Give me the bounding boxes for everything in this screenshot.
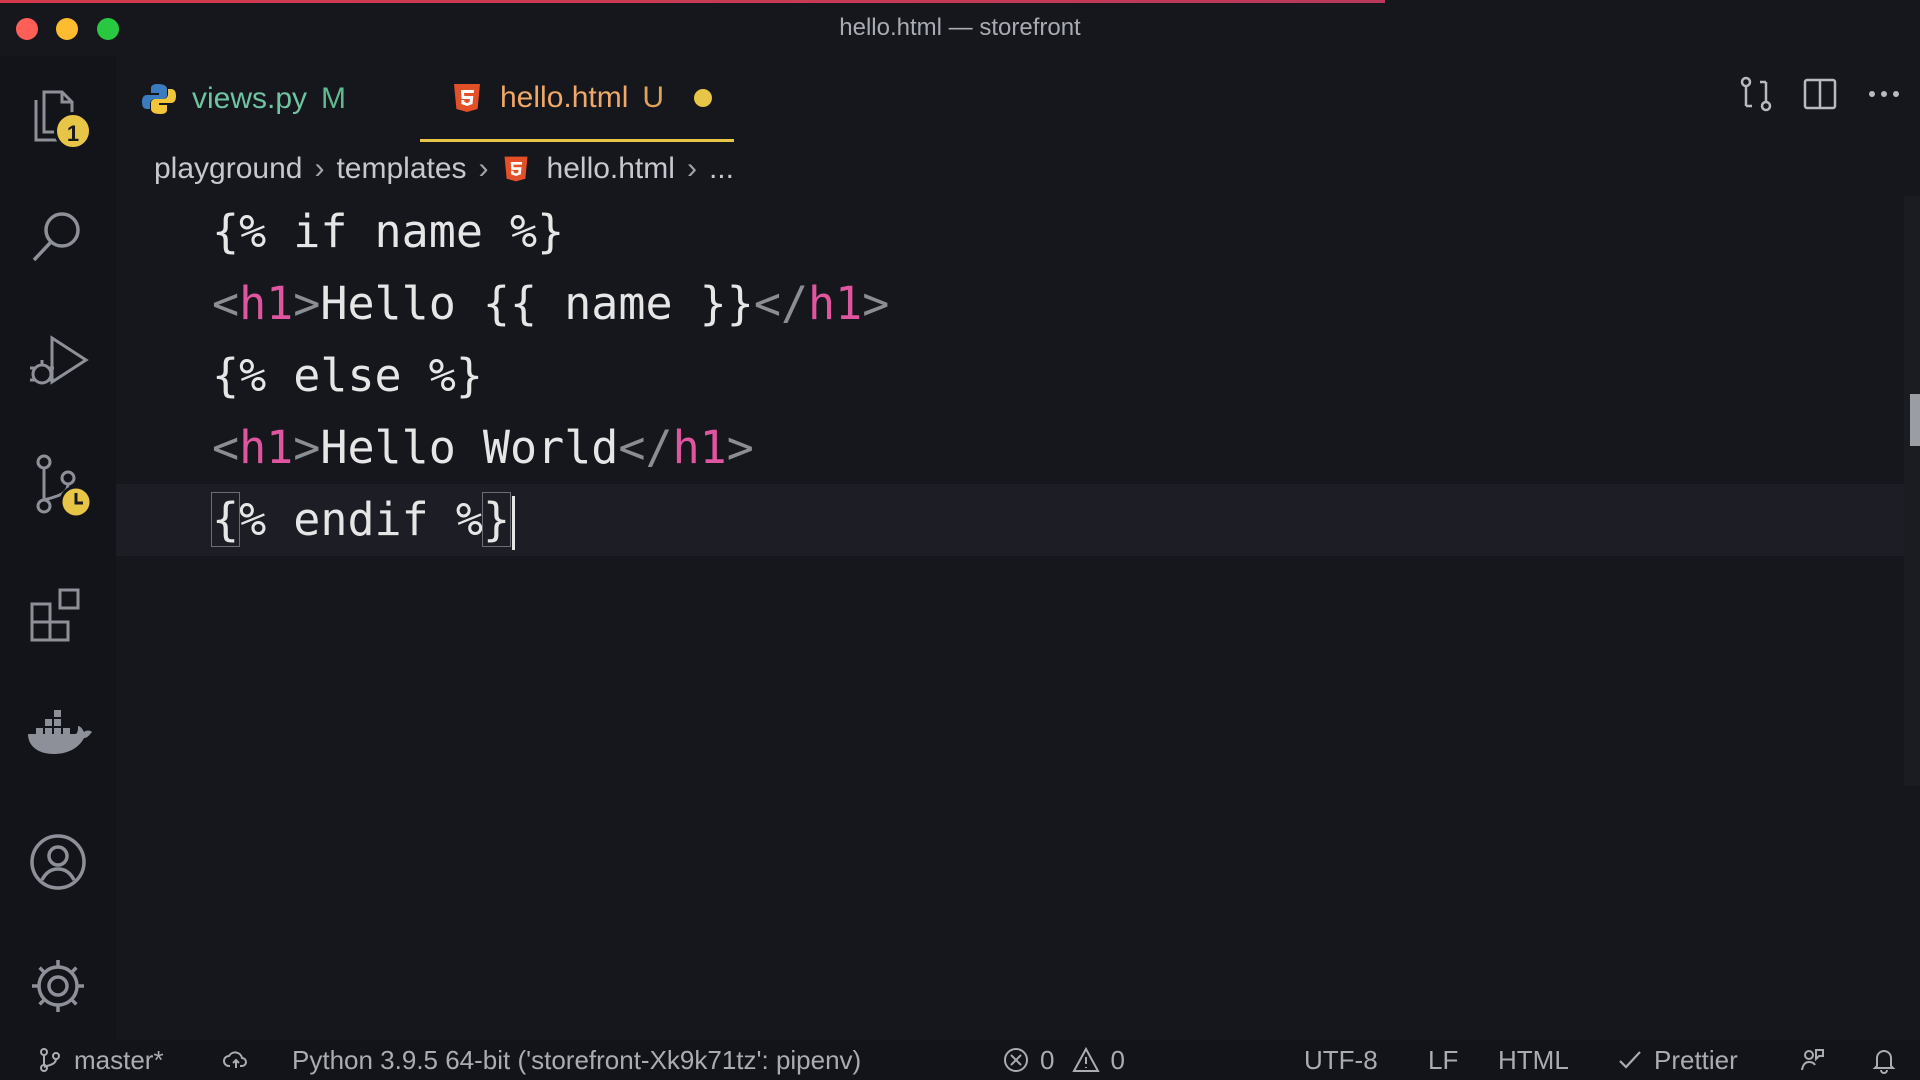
breadcrumb-item[interactable]: hello.html [547,152,675,186]
tab-git-status: M [321,82,347,115]
breadcrumb-item[interactable]: templates [336,152,466,186]
activity-bar: 1 [0,56,116,1040]
feedback-icon[interactable] [1798,1040,1836,1080]
prettier-status[interactable]: Prettier [1616,1040,1738,1080]
split-editor-icon[interactable] [1800,74,1840,114]
python-file-icon [142,84,176,114]
search-icon[interactable] [22,200,94,272]
open-changes-icon[interactable] [1736,74,1776,114]
breadcrumb: playground › templates › hello.html › ..… [154,146,734,192]
tab-views-py[interactable]: views.py M [142,56,346,142]
explorer-badge: 1 [54,112,92,150]
python-interpreter[interactable]: Python 3.9.5 64-bit ('storefront-Xk9k71t… [292,1040,861,1080]
cloud-sync-icon [223,1051,247,1068]
warning-icon [1072,1046,1101,1072]
text-cursor [512,496,516,550]
branch-name: master* [74,1044,164,1075]
problems-status[interactable]: 0 0 [1002,1040,1125,1080]
status-bar: master* Python 3.9.5 64-bit ('storefront… [0,1040,1920,1080]
tab-bar: views.py M hello.html U [116,56,1920,142]
tab-label: hello.html [500,80,629,114]
html5-file-icon [504,156,528,182]
extensions-icon[interactable] [22,574,94,646]
scrollbar-cursor-marker [1910,394,1920,446]
git-branch-icon [40,1048,60,1072]
code-line[interactable]: {% if name %} [212,196,564,268]
tab-hello-html[interactable]: hello.html U [420,56,734,142]
title-bar: hello.html — storefront [0,0,1920,56]
breadcrumb-item[interactable]: playground [154,152,302,186]
notifications-bell-icon[interactable] [1870,1040,1908,1080]
vertical-scrollbar[interactable] [1904,196,1920,786]
source-control-icon[interactable] [22,448,94,520]
editor-actions [1736,74,1920,114]
breadcrumb-item[interactable]: ... [709,152,734,186]
chevron-right-icon: › [478,152,489,185]
docker-icon[interactable] [22,698,94,770]
check-icon [1619,1051,1641,1069]
chevron-right-icon: › [686,152,697,185]
error-count: 0 [1040,1044,1055,1075]
encoding-status[interactable]: UTF-8 [1304,1040,1378,1080]
chevron-right-icon: › [314,152,325,185]
branch-status[interactable]: master* [36,1040,164,1080]
language-mode[interactable]: HTML [1498,1040,1569,1080]
code-line[interactable]: <h1>Hello {{ name }}</h1> [212,268,889,340]
sync-status[interactable] [222,1040,260,1080]
window-title: hello.html — storefront [839,14,1081,41]
code-line-current[interactable]: {% endif %} [116,484,1904,556]
warning-count: 0 [1110,1044,1125,1075]
run-debug-icon[interactable] [22,324,94,396]
code-line[interactable]: <h1>Hello World</h1> [212,412,754,484]
more-actions-icon[interactable] [1864,74,1904,114]
tab-git-status: U [642,80,665,114]
error-icon [1004,1048,1028,1072]
tab-label: views.py [192,82,308,115]
unsaved-dot-icon[interactable] [694,88,713,107]
title-accent-line [0,0,1385,3]
code-line[interactable]: {% else %} [212,340,483,412]
eol-status[interactable]: LF [1428,1040,1458,1080]
account-icon[interactable] [22,826,94,898]
settings-gear-icon[interactable] [22,950,94,1022]
html5-file-icon [454,83,480,112]
interpreter-label: Python 3.9.5 64-bit ('storefront-Xk9k71t… [292,1044,862,1075]
explorer-icon[interactable]: 1 [22,78,94,150]
code-editor[interactable]: {% if name %} <h1>Hello {{ name }}</h1> … [116,196,1920,1040]
formatter-label: Prettier [1654,1044,1738,1075]
